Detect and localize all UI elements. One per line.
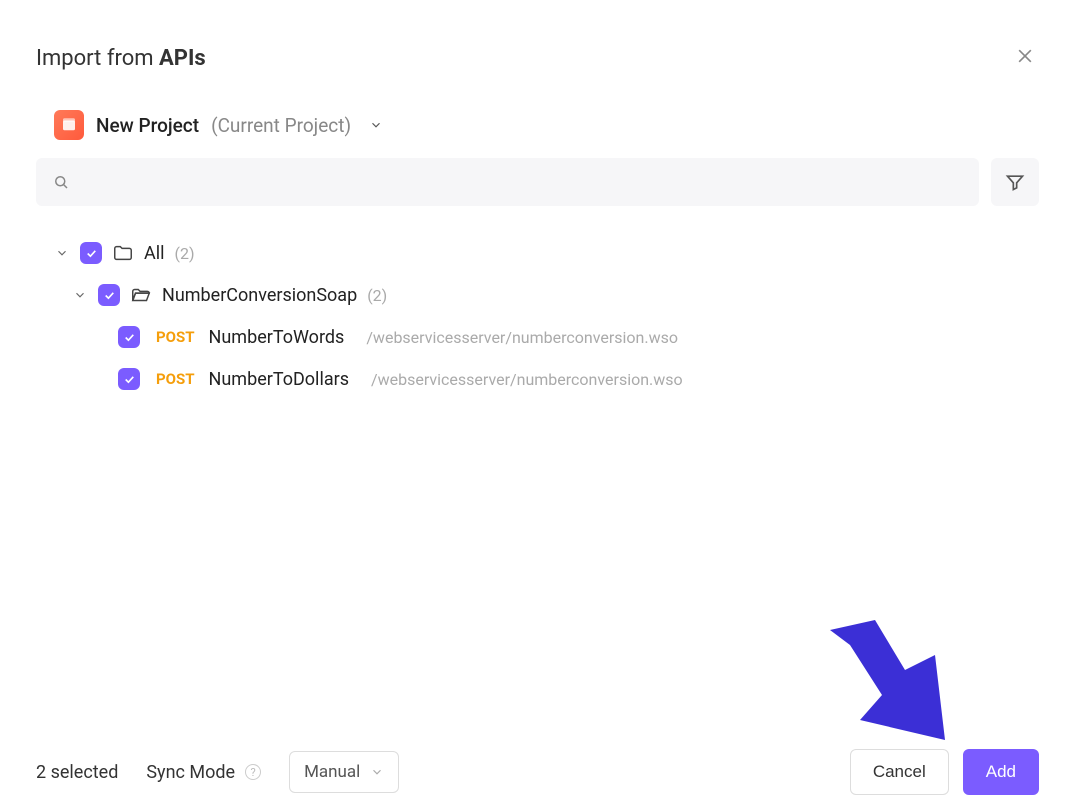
sync-mode-value: Manual — [304, 762, 360, 782]
filter-button[interactable] — [991, 158, 1039, 206]
search-input[interactable] — [36, 158, 979, 206]
project-name: New Project — [96, 114, 199, 137]
checkbox-item[interactable] — [118, 368, 140, 390]
project-icon — [54, 110, 84, 140]
tree-group-label: NumberConversionSoap — [162, 285, 357, 306]
search-icon — [52, 173, 70, 191]
cancel-button[interactable]: Cancel — [850, 749, 949, 795]
checkbox-all[interactable] — [80, 242, 102, 264]
method-badge: POST — [156, 370, 195, 388]
chevron-down-icon[interactable] — [72, 287, 88, 303]
api-path: /webservicesserver/numberconversion.wso — [366, 328, 678, 347]
close-icon[interactable] — [1011, 40, 1039, 76]
project-current-suffix: (Current Project) — [211, 114, 351, 137]
folder-icon — [112, 242, 134, 264]
tree-group-row[interactable]: NumberConversionSoap (2) — [36, 274, 1039, 316]
add-button[interactable]: Add — [963, 749, 1039, 795]
title-prefix: Import from — [36, 46, 159, 71]
chevron-down-icon[interactable] — [54, 245, 70, 261]
chevron-down-icon — [370, 765, 384, 779]
tree-item-row[interactable]: POST NumberToDollars /webservicesserver/… — [36, 358, 1039, 400]
dialog-title: Import from APIs — [36, 46, 206, 71]
help-icon[interactable]: ? — [245, 764, 261, 780]
method-badge: POST — [156, 328, 195, 346]
arrow-annotation-icon — [820, 620, 960, 760]
checkbox-item[interactable] — [118, 326, 140, 348]
filter-icon — [1005, 172, 1025, 192]
project-selector[interactable]: New Project (Current Project) — [0, 96, 1075, 154]
sync-mode-select[interactable]: Manual — [289, 751, 399, 793]
tree-root-label: All — [144, 243, 165, 264]
api-name: NumberToDollars — [209, 369, 349, 390]
tree-root-count: (2) — [175, 244, 195, 263]
tree-root-row[interactable]: All (2) — [36, 232, 1039, 274]
api-tree: All (2) NumberConversionSoap (2) POST Nu… — [0, 224, 1075, 400]
title-bold: APIs — [159, 46, 206, 71]
sync-mode-label: Sync Mode — [146, 762, 235, 783]
checkbox-group[interactable] — [98, 284, 120, 306]
api-name: NumberToWords — [209, 327, 345, 348]
tree-item-row[interactable]: POST NumberToWords /webservicesserver/nu… — [36, 316, 1039, 358]
selected-count: 2 selected — [36, 762, 118, 783]
tree-group-count: (2) — [367, 286, 387, 305]
api-path: /webservicesserver/numberconversion.wso — [371, 370, 683, 389]
chevron-down-icon — [369, 118, 383, 132]
folder-open-icon — [130, 284, 152, 306]
